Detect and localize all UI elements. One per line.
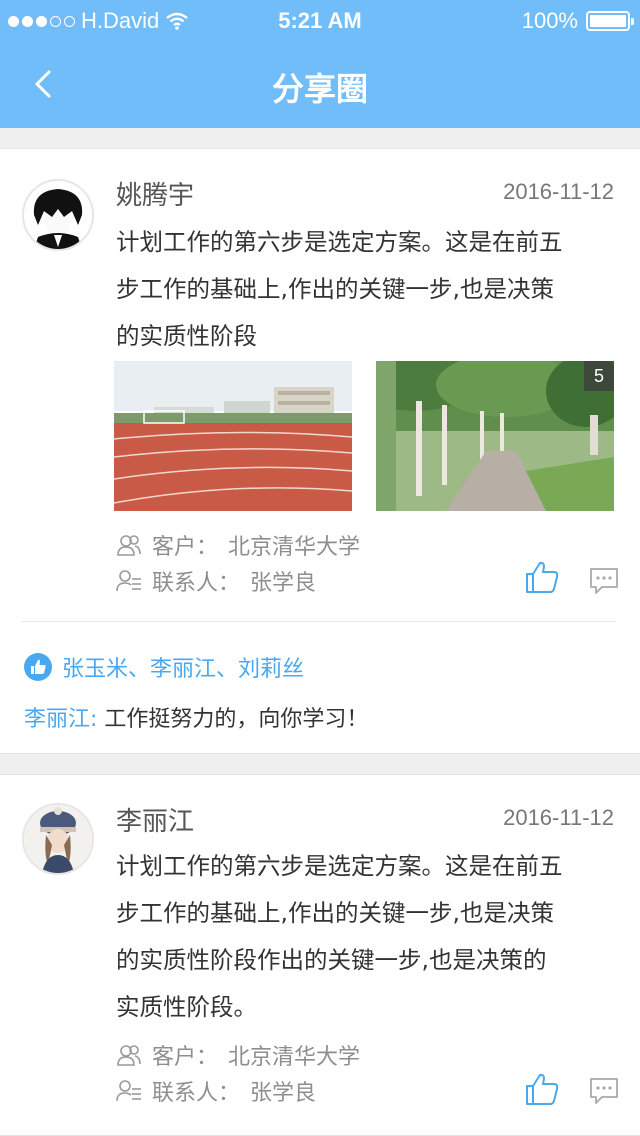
contact-value: 张学良 xyxy=(250,1081,317,1106)
contact-label: 联系人： xyxy=(152,1081,241,1106)
author-name[interactable]: 李丽江 xyxy=(116,801,194,838)
customer-row: 客户： 北京清华大学 xyxy=(116,529,360,561)
content-line: 实质性阶段。 xyxy=(116,993,257,1021)
post-date: 2016-11-12 xyxy=(503,805,614,830)
comment-author[interactable]: 李丽江: xyxy=(24,707,97,732)
photo-count-badge: 5 xyxy=(584,361,614,391)
customer-value: 北京清华大学 xyxy=(228,1045,361,1070)
photo-grid: 5 xyxy=(113,351,626,513)
status-right: 100% xyxy=(521,8,634,34)
post-card: 李丽江 2016-11-12 计划工作的第六步是选定方案。这是在前五 步工作的基… xyxy=(0,774,640,1136)
divider xyxy=(22,621,616,622)
contact-icon xyxy=(116,570,141,592)
users-icon xyxy=(117,1045,141,1066)
customer-row: 客户： 北京清华大学 xyxy=(116,1039,360,1071)
battery-percent: 100% xyxy=(521,8,578,33)
comment-row: 李丽江: 工作挺努力的，向你学习！ xyxy=(24,701,368,733)
customer-label: 客户： xyxy=(152,1045,219,1070)
like-icon[interactable] xyxy=(524,559,560,595)
post-card: 姚腾宇 2016-11-12 计划工作的第六步是选定方案。这是在前五 步工作的基… xyxy=(0,148,640,754)
track-image xyxy=(113,361,353,511)
nav-bar: 分享圈 xyxy=(0,40,640,128)
post-content: 计划工作的第六步是选定方案。这是在前五 步工作的基础上,作出的关键一步,也是决策… xyxy=(116,843,616,1031)
contact-value: 张学良 xyxy=(250,571,317,596)
customer-label: 客户： xyxy=(152,535,219,560)
top-bar: H.David 5:21 AM 100% 分享圈 xyxy=(0,0,640,128)
page-title: 分享圈 xyxy=(271,70,368,108)
author-name[interactable]: 姚腾宇 xyxy=(116,175,194,212)
status-bar: H.David 5:21 AM 100% xyxy=(0,0,640,40)
post-content: 计划工作的第六步是选定方案。这是在前五 步工作的基础上,作出的关键一步,也是决策… xyxy=(116,219,616,360)
contact-row: 联系人： 张学良 xyxy=(116,1075,316,1107)
avatar[interactable] xyxy=(22,803,94,875)
users-icon xyxy=(117,535,141,556)
like-icon[interactable] xyxy=(524,1071,560,1107)
photo-garden[interactable]: 5 xyxy=(356,351,626,511)
garden-image xyxy=(356,351,626,511)
battery-icon xyxy=(586,11,634,31)
avatar[interactable] xyxy=(22,179,94,251)
liked-thumb-icon xyxy=(24,653,52,681)
content-line: 计划工作的第六步是选定方案。这是在前五 xyxy=(116,228,563,256)
content-line: 步工作的基础上,作出的关键一步,也是决策 xyxy=(116,899,554,927)
comment-icon[interactable] xyxy=(588,565,620,597)
contact-icon xyxy=(116,1080,141,1102)
content-line: 的实质性阶段 xyxy=(116,322,257,350)
likes-names[interactable]: 张玉米、李丽江、刘莉丝 xyxy=(62,651,304,683)
contact-label: 联系人： xyxy=(152,571,241,596)
content-line: 计划工作的第六步是选定方案。这是在前五 xyxy=(116,852,563,880)
post-date: 2016-11-12 xyxy=(503,179,614,204)
avatar-image xyxy=(24,805,92,873)
photo-track[interactable] xyxy=(113,361,353,511)
avatar-image xyxy=(24,181,92,249)
contact-row: 联系人： 张学良 xyxy=(116,565,316,597)
content-line: 步工作的基础上,作出的关键一步,也是决策 xyxy=(116,275,554,303)
likes-row: 张玉米、李丽江、刘莉丝 xyxy=(24,651,304,683)
comment-icon[interactable] xyxy=(588,1075,620,1107)
comment-text: 工作挺努力的，向你学习！ xyxy=(104,707,369,732)
customer-value: 北京清华大学 xyxy=(228,535,361,560)
content-line: 的实质性阶段作出的关键一步,也是决策的 xyxy=(116,946,547,974)
